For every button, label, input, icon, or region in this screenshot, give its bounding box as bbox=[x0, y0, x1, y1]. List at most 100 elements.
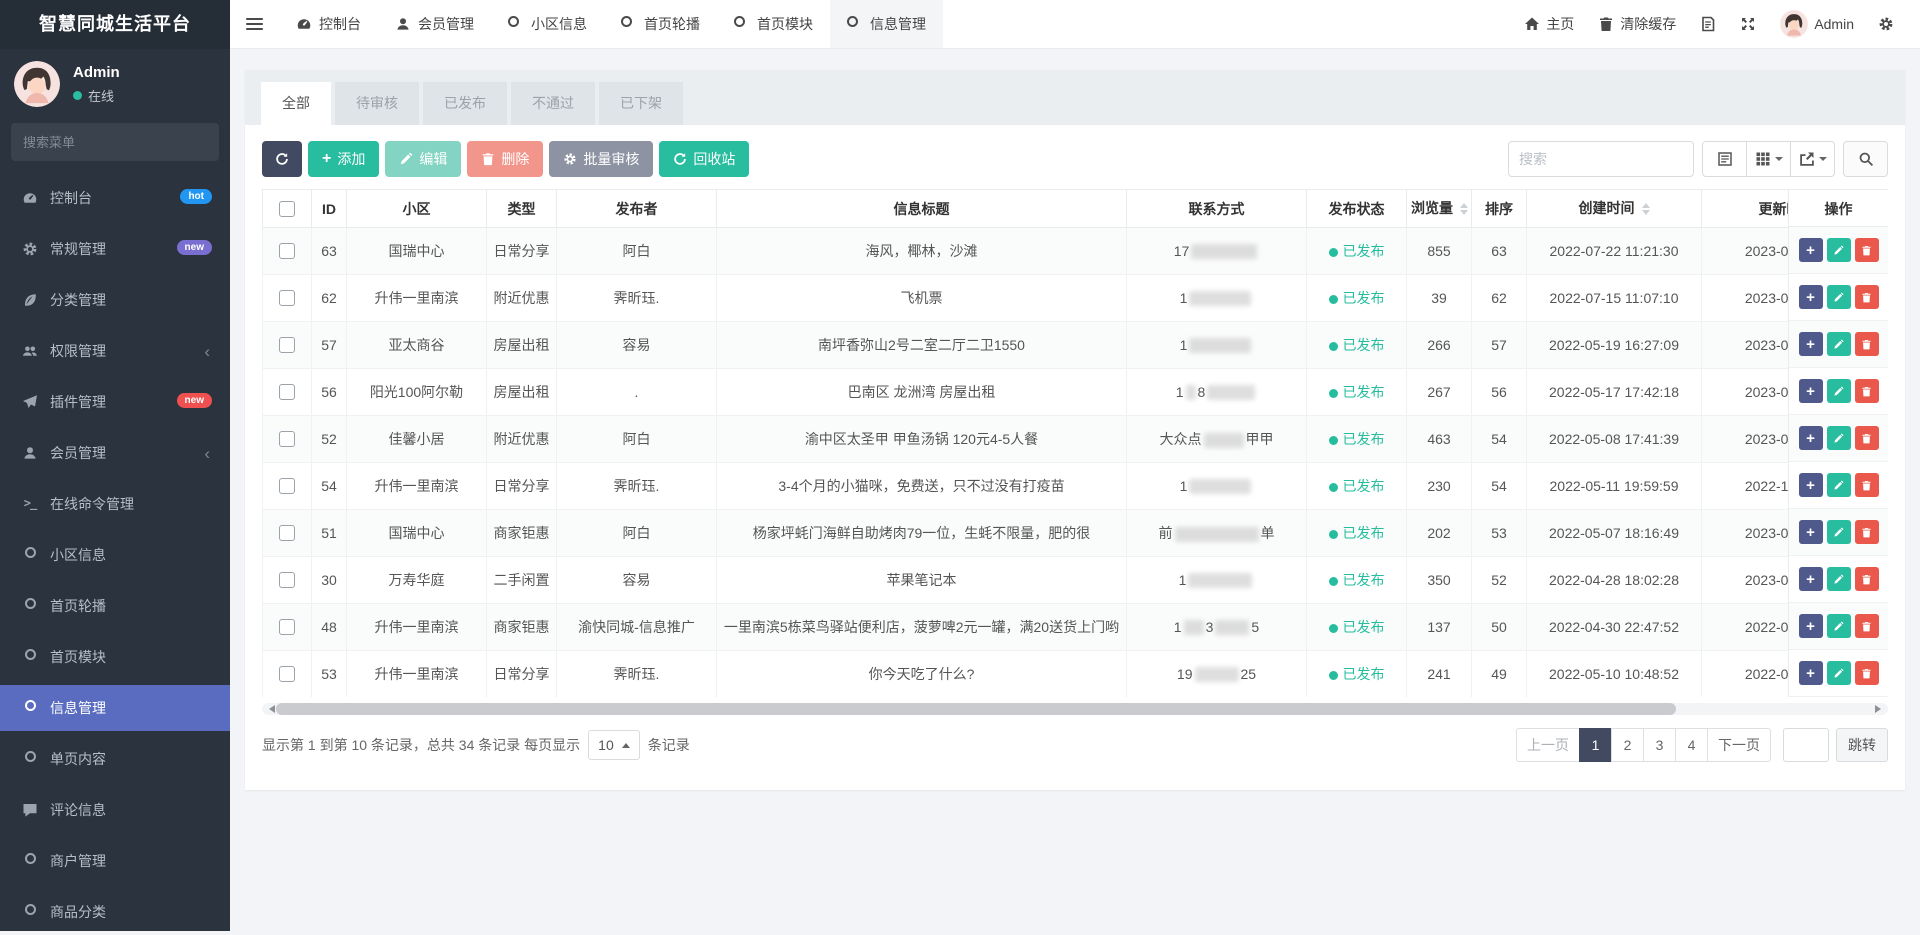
row-checkbox[interactable] bbox=[279, 431, 295, 447]
row-plus-button[interactable]: + bbox=[1799, 661, 1823, 685]
filter-tab-1[interactable]: 待审核 bbox=[335, 82, 419, 125]
export-button[interactable] bbox=[1790, 141, 1835, 177]
row-delete-button[interactable] bbox=[1855, 661, 1879, 685]
edit-button[interactable]: 编辑 bbox=[385, 141, 461, 177]
nav-item-4[interactable]: 首页模块 bbox=[717, 0, 830, 48]
filter-tab-0[interactable]: 全部 bbox=[261, 82, 331, 125]
row-checkbox[interactable] bbox=[279, 290, 295, 306]
select-all-checkbox[interactable] bbox=[279, 201, 295, 217]
sidebar-item-2[interactable]: 分类管理 bbox=[0, 277, 230, 323]
row-delete-button[interactable] bbox=[1855, 473, 1879, 497]
page-button-2[interactable]: 2 bbox=[1611, 728, 1644, 762]
jump-page-input[interactable] bbox=[1783, 728, 1829, 762]
jump-button[interactable]: 跳转 bbox=[1836, 728, 1888, 762]
sidebar-item-4[interactable]: 插件管理new bbox=[0, 379, 230, 425]
row-edit-button[interactable] bbox=[1827, 520, 1851, 544]
row-edit-button[interactable] bbox=[1827, 567, 1851, 591]
nav-item-5[interactable]: 信息管理 bbox=[830, 0, 943, 48]
scroll-left-arrow[interactable] bbox=[265, 705, 275, 713]
nav-item-0[interactable]: 控制台 bbox=[279, 0, 378, 48]
row-edit-button[interactable] bbox=[1827, 285, 1851, 309]
sidebar-item-7[interactable]: 小区信息 bbox=[0, 532, 230, 578]
sidebar-search-input[interactable] bbox=[11, 135, 211, 150]
sort-icon[interactable] bbox=[1460, 199, 1468, 219]
search-submit-button[interactable] bbox=[1843, 141, 1888, 177]
row-checkbox[interactable] bbox=[279, 478, 295, 494]
recycle-bin-button[interactable]: 回收站 bbox=[659, 141, 749, 177]
row-delete-button[interactable] bbox=[1855, 426, 1879, 450]
row-checkbox[interactable] bbox=[279, 525, 295, 541]
page-size-select[interactable]: 10 bbox=[588, 730, 640, 760]
next-page-button[interactable]: 下一页 bbox=[1707, 728, 1771, 762]
delete-button[interactable]: 删除 bbox=[467, 141, 543, 177]
row-edit-button[interactable] bbox=[1827, 238, 1851, 262]
sidebar-item-6[interactable]: >_在线命令管理 bbox=[0, 481, 230, 527]
scrollbar-thumb[interactable] bbox=[276, 703, 1676, 715]
row-delete-button[interactable] bbox=[1855, 332, 1879, 356]
row-checkbox[interactable] bbox=[279, 337, 295, 353]
row-checkbox[interactable] bbox=[279, 619, 295, 635]
row-plus-button[interactable]: + bbox=[1799, 238, 1823, 262]
columns-toggle-button[interactable] bbox=[1746, 141, 1791, 177]
filter-tab-2[interactable]: 已发布 bbox=[423, 82, 507, 125]
scroll-right-arrow[interactable] bbox=[1875, 705, 1885, 713]
page-button-3[interactable]: 3 bbox=[1643, 728, 1676, 762]
page-button-4[interactable]: 4 bbox=[1675, 728, 1708, 762]
pagination-view-button[interactable] bbox=[1702, 141, 1747, 177]
row-plus-button[interactable]: + bbox=[1799, 614, 1823, 638]
page-button-1[interactable]: 1 bbox=[1579, 728, 1612, 762]
nav-item-3[interactable]: 首页轮播 bbox=[604, 0, 717, 48]
add-button[interactable]: + 添加 bbox=[308, 141, 379, 177]
filter-tab-3[interactable]: 不通过 bbox=[511, 82, 595, 125]
user-menu[interactable]: Admin bbox=[1768, 0, 1866, 49]
document-button[interactable] bbox=[1688, 0, 1728, 49]
sidebar-item-3[interactable]: 权限管理‹ bbox=[0, 328, 230, 374]
table-search-input[interactable] bbox=[1508, 141, 1694, 177]
nav-item-1[interactable]: 会员管理 bbox=[378, 0, 491, 48]
clear-cache-button[interactable]: 清除缓存 bbox=[1586, 0, 1688, 49]
sidebar-item-5[interactable]: 会员管理‹ bbox=[0, 430, 230, 476]
sidebar-item-11[interactable]: 单页内容 bbox=[0, 736, 230, 782]
sort-icon[interactable] bbox=[1642, 199, 1650, 219]
row-delete-button[interactable] bbox=[1855, 567, 1879, 591]
avatar[interactable] bbox=[14, 61, 60, 107]
prev-page-button[interactable]: 上一页 bbox=[1516, 728, 1580, 762]
row-delete-button[interactable] bbox=[1855, 379, 1879, 403]
sidebar-item-12[interactable]: 评论信息 bbox=[0, 787, 230, 833]
row-checkbox[interactable] bbox=[279, 666, 295, 682]
sidebar-item-14[interactable]: 商品分类 bbox=[0, 889, 230, 935]
row-delete-button[interactable] bbox=[1855, 285, 1879, 309]
row-edit-button[interactable] bbox=[1827, 332, 1851, 356]
row-edit-button[interactable] bbox=[1827, 426, 1851, 450]
row-delete-button[interactable] bbox=[1855, 238, 1879, 262]
sidebar-item-0[interactable]: 控制台hot bbox=[0, 175, 230, 221]
sidebar-item-1[interactable]: 常规管理new bbox=[0, 226, 230, 272]
row-plus-button[interactable]: + bbox=[1799, 379, 1823, 403]
refresh-button[interactable] bbox=[262, 141, 302, 177]
nav-item-2[interactable]: 小区信息 bbox=[491, 0, 604, 48]
row-delete-button[interactable] bbox=[1855, 614, 1879, 638]
sidebar-item-9[interactable]: 首页模块 bbox=[0, 634, 230, 680]
hamburger-menu-icon[interactable] bbox=[230, 0, 279, 48]
row-edit-button[interactable] bbox=[1827, 661, 1851, 685]
row-edit-button[interactable] bbox=[1827, 473, 1851, 497]
row-edit-button[interactable] bbox=[1827, 614, 1851, 638]
fullscreen-button[interactable] bbox=[1728, 0, 1768, 49]
row-plus-button[interactable]: + bbox=[1799, 473, 1823, 497]
row-plus-button[interactable]: + bbox=[1799, 567, 1823, 591]
batch-audit-button[interactable]: 批量审核 bbox=[549, 141, 653, 177]
row-checkbox[interactable] bbox=[279, 572, 295, 588]
row-plus-button[interactable]: + bbox=[1799, 520, 1823, 544]
row-edit-button[interactable] bbox=[1827, 379, 1851, 403]
row-checkbox[interactable] bbox=[279, 243, 295, 259]
row-checkbox[interactable] bbox=[279, 384, 295, 400]
sidebar-item-8[interactable]: 首页轮播 bbox=[0, 583, 230, 629]
sidebar-item-10[interactable]: 信息管理 bbox=[0, 685, 230, 731]
filter-tab-4[interactable]: 已下架 bbox=[599, 82, 683, 125]
sidebar-item-13[interactable]: 商户管理 bbox=[0, 838, 230, 884]
row-delete-button[interactable] bbox=[1855, 520, 1879, 544]
row-plus-button[interactable]: + bbox=[1799, 285, 1823, 309]
row-plus-button[interactable]: + bbox=[1799, 332, 1823, 356]
settings-button[interactable] bbox=[1866, 0, 1906, 49]
home-button[interactable]: 主页 bbox=[1512, 0, 1586, 49]
